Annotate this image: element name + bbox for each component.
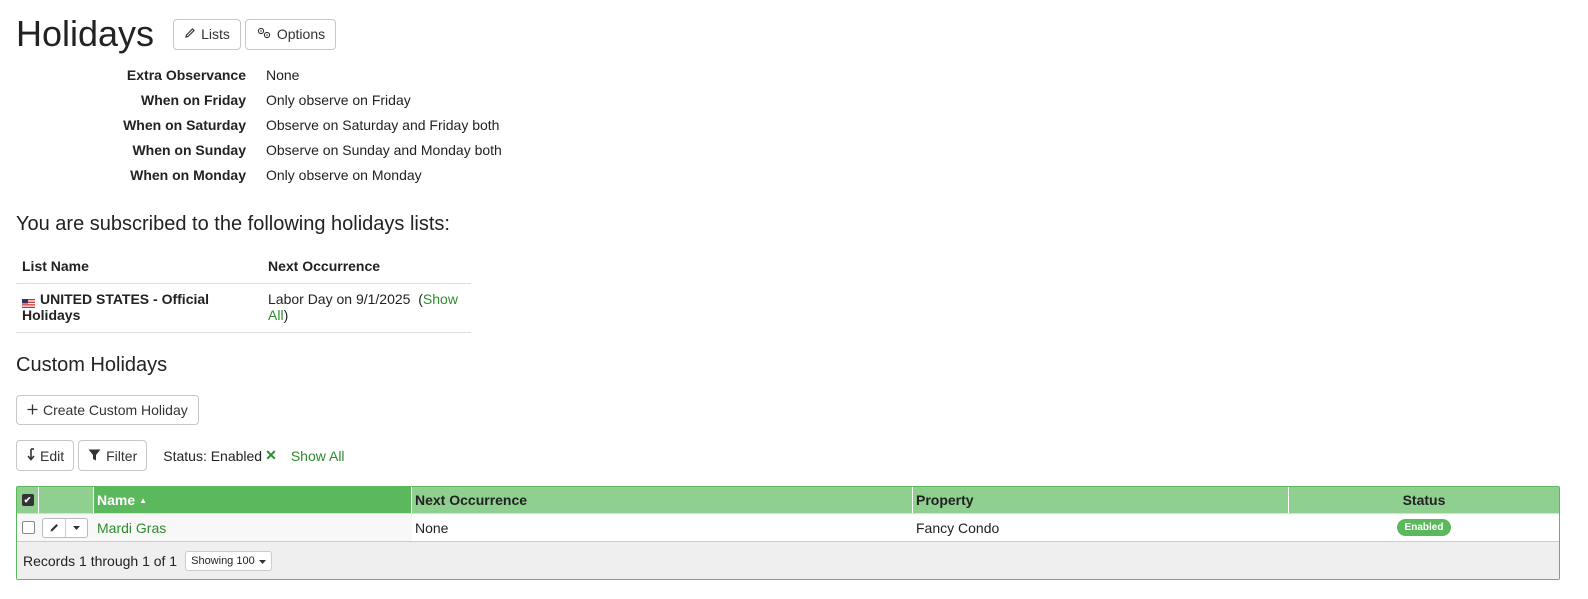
option-value: Only observe on Monday — [266, 166, 422, 183]
observance-options: Extra Observance None When on Friday Onl… — [16, 62, 1572, 187]
select-all-cell: ✔ — [17, 487, 39, 513]
option-row: Extra Observance None — [16, 62, 1572, 87]
next-occurrence-cell: None — [415, 519, 449, 536]
row-checkbox[interactable] — [21, 521, 35, 534]
select-all-checkbox[interactable]: ✔ — [21, 494, 34, 506]
row-check-cell — [17, 514, 39, 541]
page-header: Holidays Lists Options — [16, 0, 1572, 55]
option-label: When on Friday — [141, 91, 246, 108]
subscribed-lists-table: List Name Next Occurrence UNITED STATES … — [16, 250, 471, 333]
column-header-property[interactable]: Property — [913, 487, 1289, 513]
holidays-page: Holidays Lists Options Extra Observance … — [0, 0, 1588, 580]
edit-button[interactable]: Edit — [16, 440, 75, 471]
edit-button-label: Edit — [40, 447, 65, 464]
status-cell: Enabled — [1289, 514, 1559, 541]
page-title: Holidays — [16, 13, 155, 54]
page-size-label: Showing 100 — [191, 554, 255, 567]
list-name-cell: UNITED STATES - Official Holidays — [16, 283, 262, 333]
paren-close: ) — [283, 307, 289, 323]
clear-filter-icon[interactable]: ✕ — [265, 447, 277, 464]
column-header-list-name: List Name — [16, 250, 262, 284]
column-header-next-occurrence[interactable]: Next Occurrence — [412, 487, 913, 513]
option-label: When on Monday — [130, 166, 246, 183]
table-row: UNITED STATES - Official Holidays Labor … — [16, 283, 471, 333]
status-badge: Enabled — [1396, 519, 1452, 536]
create-custom-holiday-button[interactable]: Create Custom Holiday — [16, 395, 199, 425]
list-name: UNITED STATES - Official Holidays — [22, 291, 210, 323]
plus-icon — [27, 402, 38, 418]
filter-button[interactable]: Filter — [78, 440, 148, 471]
next-occurrence: Labor Day on 9/1/2025 — [268, 291, 411, 307]
name-cell: Mardi Gras — [94, 514, 412, 541]
table-row: Mardi Gras None Fancy Condo Enabled — [17, 513, 1559, 541]
options-button-label: Options — [276, 26, 326, 42]
gears-icon — [256, 26, 272, 43]
column-header-next-occurrence: Next Occurrence — [262, 250, 471, 284]
grid-footer: Records 1 through 1 of 1 Showing 100 — [17, 541, 1559, 579]
option-row: When on Sunday Observe on Sunday and Mon… — [16, 137, 1572, 162]
page-size-select[interactable]: Showing 100 — [185, 550, 272, 571]
show-all-filter-link[interactable]: Show All — [291, 448, 345, 464]
row-edit-pencil-icon[interactable] — [43, 519, 65, 537]
sort-ascending-icon: ▲ — [139, 495, 148, 505]
lists-button[interactable]: Lists — [173, 18, 241, 50]
create-button-label: Create Custom Holiday — [43, 402, 188, 418]
option-row: When on Friday Only observe on Friday — [16, 87, 1572, 112]
holiday-name-link[interactable]: Mardi Gras — [97, 520, 166, 536]
column-header-name-label: Name — [97, 492, 136, 508]
us-flag-icon — [22, 295, 35, 308]
column-header-status[interactable]: Status — [1289, 487, 1559, 513]
option-value: Observe on Sunday and Monday both — [266, 141, 502, 158]
active-filter: Status: Enabled — [163, 447, 263, 464]
records-count: Records 1 through 1 of 1 — [23, 552, 178, 569]
options-button[interactable]: Options — [244, 18, 337, 50]
custom-holidays-grid: ✔ Name ▲ Next Occurrence Property Status — [16, 486, 1560, 580]
filter-icon — [88, 448, 101, 464]
grid-toolbar: Edit Filter Status: Enabled ✕ Show All — [16, 440, 1572, 471]
option-row: When on Monday Only observe on Monday — [16, 162, 1572, 187]
pencil-icon — [184, 26, 196, 42]
option-value: Observe on Saturday and Friday both — [266, 116, 500, 133]
column-header-name[interactable]: Name ▲ — [94, 487, 412, 513]
option-label: When on Saturday — [123, 116, 246, 133]
next-occurrence-cell: Labor Day on 9/1/2025 (Show All) — [262, 283, 471, 333]
option-value: None — [266, 66, 300, 83]
edit-arrow-icon — [26, 447, 35, 464]
actions-header — [39, 487, 94, 513]
option-row: When on Saturday Observe on Saturday and… — [16, 112, 1572, 137]
row-actions-dropdown-icon[interactable] — [65, 518, 87, 537]
filter-button-label: Filter — [106, 447, 138, 464]
lists-button-label: Lists — [201, 26, 230, 42]
option-label: Extra Observance — [126, 66, 246, 83]
option-value: Only observe on Friday — [266, 91, 411, 108]
chevron-down-icon — [258, 555, 266, 567]
grid-header: ✔ Name ▲ Next Occurrence Property Status — [17, 487, 1559, 513]
custom-holidays-heading: Custom Holidays — [16, 354, 168, 376]
row-actions-group — [42, 517, 88, 538]
row-actions-cell — [39, 514, 94, 541]
subscribed-lists-heading: You are subscribed to the following holi… — [16, 213, 450, 235]
option-label: When on Sunday — [132, 141, 246, 158]
property-cell: Fancy Condo — [916, 519, 1000, 536]
